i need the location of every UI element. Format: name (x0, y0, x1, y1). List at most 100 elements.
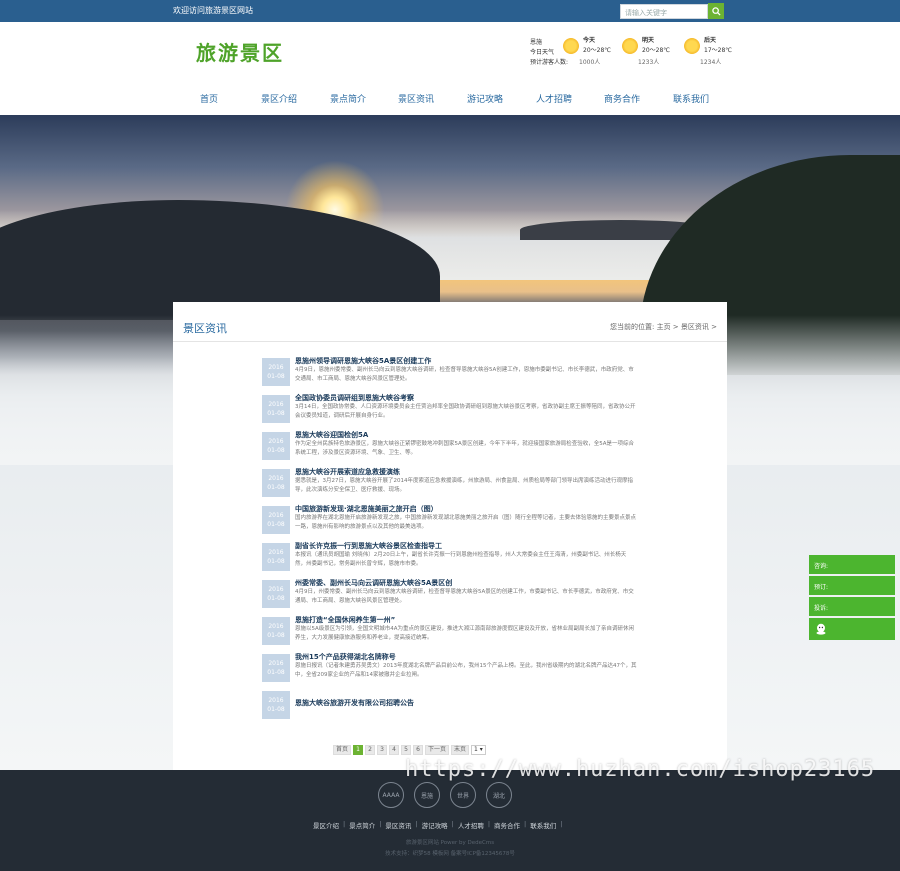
news-item[interactable]: 2016 01-08 恩施州领导调研恩施大峡谷5A景区创建工作 4月9日，恩施州委… (262, 356, 634, 388)
news-item[interactable]: 2016 01-08 全国政协委员调研组到恩施大峡谷考察 3月14日，全国政协常委… (262, 393, 636, 425)
qq-chat-button[interactable] (809, 618, 895, 640)
news-title[interactable]: 恩施大峡谷迎国检创5A (295, 430, 368, 440)
nav-item-spots[interactable]: 景点简介 (330, 92, 366, 105)
news-title[interactable]: 中国旅游新发现·湖北恩施美丽之旅开启（图） (295, 504, 438, 514)
content-panel: 景区资讯 您当前的位置: 主页 > 景区资讯 > 2016 01-08 恩施州领导… (173, 302, 727, 770)
pagination: 首页 1 2 3 4 5 6 下一页 末页 1 ▾ (333, 744, 486, 756)
news-item[interactable]: 2016 01-08 恩施大峡谷旅游开发有限公司招聘公告 (262, 689, 632, 721)
news-title[interactable]: 恩施打造“全国休闲养生第一州” (295, 615, 395, 625)
footer-divider: | (343, 820, 346, 828)
sun-icon (684, 38, 700, 54)
nav-item-home[interactable]: 首页 (200, 92, 218, 105)
weather-temp: 20～28℃ (583, 47, 612, 54)
floating-service: 咨询: 预订: 投诉: (809, 555, 895, 640)
footer-link[interactable]: 景点简介 (349, 820, 375, 830)
header: 旅游景区 恩施 今日天气 预计游客人数: 今天 20～28℃ 1000人 明天 20… (0, 22, 900, 115)
page-number[interactable]: 2 (365, 745, 376, 755)
search-icon (711, 6, 721, 16)
nav-item-news[interactable]: 景区资讯 (398, 92, 434, 105)
news-item[interactable]: 2016 01-08 副省长许克振一行到恩施大峡谷景区检查指导工 本报讯（通讯员胡… (262, 541, 632, 573)
news-title[interactable]: 州委常委、副州长马向云调研恩施大峡谷5A景区创 (295, 578, 452, 588)
footer: AAAA 恩施 世界 湖北 景区介绍 | 景点简介 | 景区资讯 | 游记攻略 | 人才… (0, 770, 900, 871)
sun-icon (622, 38, 638, 54)
footer-link[interactable]: 景区资讯 (385, 820, 411, 830)
footer-divider: | (451, 820, 454, 828)
nav-item-business[interactable]: 商务合作 (604, 92, 640, 105)
weather-day-name: 明天 (642, 37, 655, 44)
news-item[interactable]: 2016 01-08 恩施大峡谷迎国检创5A 作为定全州民族特色旅游景区，恩施大峡… (262, 430, 634, 462)
news-date: 2016 01-08 (262, 358, 290, 386)
search-input[interactable]: 请输入关键字 (620, 4, 708, 19)
news-item[interactable]: 2016 01-08 中国旅游新发现·湖北恩施美丽之旅开启（图） 国内旅游界在湖北… (262, 504, 636, 536)
news-title[interactable]: 恩施大峡谷开展索道应急救援演练 (295, 467, 400, 477)
qq-icon (816, 623, 826, 635)
footer-link[interactable]: 人才招聘 (458, 820, 484, 830)
weather-today-label: 今日天气 (530, 49, 555, 56)
weather-day-name: 今天 (583, 37, 596, 44)
footer-divider: | (560, 820, 563, 828)
service-booking[interactable]: 预订: (809, 576, 895, 595)
search-button[interactable] (708, 3, 724, 19)
news-date: 2016 01-08 (262, 654, 290, 682)
footer-divider: | (487, 820, 491, 828)
nav-item-contact[interactable]: 联系我们 (673, 92, 709, 105)
footer-link[interactable]: 景区介绍 (313, 820, 339, 830)
sun-icon (563, 38, 579, 54)
news-item[interactable]: 2016 01-08 恩施打造“全国休闲养生第一州” 恩施以5A级景区为引领，全国… (262, 615, 634, 647)
nav-item-intro[interactable]: 景区介绍 (261, 92, 297, 105)
weather-info: 恩施 今日天气 预计游客人数: (530, 38, 568, 68)
news-item[interactable]: 2016 01-08 州委常委、副州长马向云调研恩施大峡谷5A景区创 4月9日，州… (262, 578, 634, 610)
world-heritage-icon: 世界 (450, 782, 476, 808)
page-number[interactable]: 1 (353, 745, 364, 755)
news-title[interactable]: 恩施州领导调研恩施大峡谷5A景区创建工作 (295, 356, 431, 366)
news-date: 2016 01-08 (262, 469, 290, 497)
page-number[interactable]: 4 (389, 745, 400, 755)
page-number[interactable]: 5 (401, 745, 412, 755)
tourist-count-label: 预计游客人数: (530, 59, 569, 66)
news-date: 2016 01-08 (262, 617, 290, 645)
main-nav: 首页 景区介绍 景点简介 景区资讯 游记攻略 人才招聘 商务合作 联系我们 (0, 89, 900, 109)
news-title[interactable]: 副省长许克振一行到恩施大峡谷景区检查指导工 (295, 541, 442, 551)
site-logo[interactable]: 旅游景区 (196, 37, 284, 66)
nav-item-jobs[interactable]: 人才招聘 (536, 92, 572, 105)
copyright: 旅游景区网站 Power by DedeCms (405, 840, 495, 846)
page-select[interactable]: 1 ▾ (471, 745, 486, 755)
page-first[interactable]: 首页 (333, 745, 352, 755)
news-summary: 作为定全州民族特色旅游景区，恩施大峡谷正紧锣密鼓地冲刺国家5A景区创建，今年下半… (295, 441, 635, 456)
news-date: 2016 01-08 (262, 506, 290, 534)
footer-link[interactable]: 商务合作 (494, 820, 520, 830)
news-title[interactable]: 我州15个产品获得湖北名牌称号 (295, 652, 396, 662)
weather-temp: 20～28℃ (642, 47, 671, 54)
news-date: 2016 01-08 (262, 543, 290, 571)
page-last[interactable]: 末页 (451, 745, 470, 755)
service-complaint[interactable]: 投诉: (809, 597, 895, 616)
page-number[interactable]: 6 (413, 745, 424, 755)
panel-header: 景区资讯 您当前的位置: 主页 > 景区资讯 > (173, 302, 727, 342)
news-summary: 国内旅游界在湖北恩施开启旅游新发现之旅，中国旅游新发现湖北恩施美丽之旅开启（图）… (295, 515, 637, 530)
news-title[interactable]: 全国政协委员调研组到恩施大峡谷考察 (295, 393, 414, 403)
news-title[interactable]: 恩施大峡谷旅游开发有限公司招聘公告 (295, 698, 414, 708)
tourist-count: 1000人 (579, 59, 601, 66)
breadcrumb[interactable]: 您当前的位置: 主页 > 景区资讯 > (610, 322, 717, 332)
enshi-logo-icon: 恩施 (414, 782, 440, 808)
tourist-count: 1233人 (638, 59, 660, 66)
news-summary: 本报讯（通讯员胡国瑜 刘晓伟）2月20日上午，副省长许克振一行到恩施州检查指导，… (295, 552, 627, 567)
news-date: 2016 01-08 (262, 580, 290, 608)
footer-links: 景区介绍 | 景点简介 | 景区资讯 | 游记攻略 | 人才招聘 | 商务合作 | 联系我们… (313, 820, 562, 830)
news-summary: 4月9日，州委常委、副州长马向云到恩施大峡谷调研，检查督导恩施大峡谷5A景区的创… (295, 589, 634, 604)
tourist-count: 1234人 (700, 59, 722, 66)
news-item[interactable]: 2016 01-08 恩施大峡谷开展索道应急救援演练 据悉就是，3月27日，恩施大… (262, 467, 633, 499)
page-next[interactable]: 下一页 (425, 745, 450, 755)
footer-divider: | (415, 820, 418, 828)
news-summary: 4月9日，恩施州委常委、副州长马向云到恩施大峡谷调研，检查督导恩施大峡谷5A创建… (295, 367, 634, 382)
hubei-seal-icon: 湖北 (486, 782, 512, 808)
footer-divider: | (379, 820, 382, 828)
news-item[interactable]: 2016 01-08 我州15个产品获得湖北名牌称号 恩施日报讯（记者朱建勇苏吴勇… (262, 652, 637, 684)
service-consult[interactable]: 咨询: (809, 555, 895, 574)
weather-day-name: 后天 (704, 37, 717, 44)
footer-link[interactable]: 游记攻略 (422, 820, 448, 830)
page-number[interactable]: 3 (377, 745, 388, 755)
nav-item-guides[interactable]: 游记攻略 (467, 92, 503, 105)
footer-link[interactable]: 联系我们 (530, 820, 556, 830)
watermark: https://www.huzhan.com/ishop23165 (405, 757, 876, 782)
